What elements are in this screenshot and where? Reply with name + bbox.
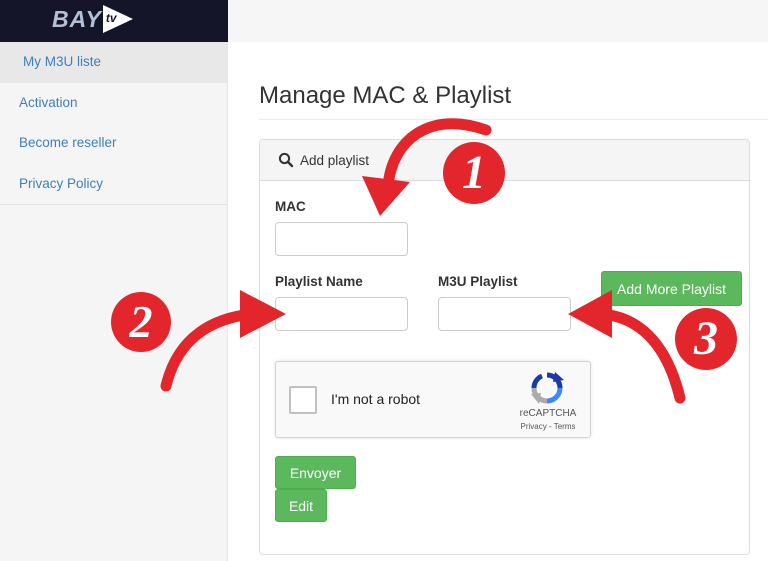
mac-label: MAC — [275, 199, 306, 214]
mac-field[interactable] — [275, 222, 408, 256]
sidebar: My M3U liste Activation Become reseller … — [0, 42, 228, 561]
annotation-number-1: 1 — [462, 146, 486, 199]
panel-header-label: Add playlist — [300, 152, 370, 168]
logo-text: BAY — [52, 5, 102, 32]
add-playlist-panel: Add playlist — [259, 139, 750, 555]
search-icon — [278, 152, 294, 168]
sidebar-item-privacy-policy[interactable]: Privacy Policy — [0, 164, 227, 205]
edit-button[interactable]: Edit — [275, 489, 327, 522]
page-title: Manage MAC & Playlist — [259, 82, 512, 109]
recaptcha-checkbox[interactable] — [289, 386, 317, 414]
panel-header: Add playlist — [260, 140, 749, 181]
sidebar-item-activation[interactable]: Activation — [0, 83, 227, 124]
sidebar-nav: My M3U liste Activation Become reseller … — [0, 42, 227, 205]
logo-bar: BAY tv — [0, 0, 228, 42]
play-icon: tv — [102, 5, 133, 33]
sidebar-item-become-reseller[interactable]: Become reseller — [0, 123, 227, 164]
add-more-playlist-button[interactable]: Add More Playlist — [601, 271, 742, 306]
m3u-playlist-field[interactable] — [438, 297, 571, 331]
recaptcha-icon — [530, 371, 564, 405]
recaptcha-privacy-terms-links[interactable]: Privacy - Terms — [504, 422, 592, 431]
playlist-name-label: Playlist Name — [275, 274, 363, 289]
annotation-number-3: 3 — [694, 312, 718, 365]
logo-suffix: tv — [105, 11, 117, 25]
title-divider — [259, 119, 768, 120]
annotation-number-2: 2 — [129, 296, 153, 347]
top-bar — [228, 0, 768, 42]
envoyer-button[interactable]: Envoyer — [275, 456, 356, 489]
recaptcha-label: I'm not a robot — [331, 391, 421, 407]
recaptcha-brand: reCAPTCHA — [519, 408, 577, 419]
m3u-playlist-label: M3U Playlist — [438, 274, 518, 289]
playlist-name-field[interactable] — [275, 297, 408, 331]
bay-tv-logo[interactable]: BAY tv — [52, 2, 133, 36]
sidebar-item-my-m3u-liste[interactable]: My M3U liste — [0, 42, 227, 83]
recaptcha-widget: I'm not a robot reCAPTCHA Privacy - Term… — [275, 361, 591, 438]
